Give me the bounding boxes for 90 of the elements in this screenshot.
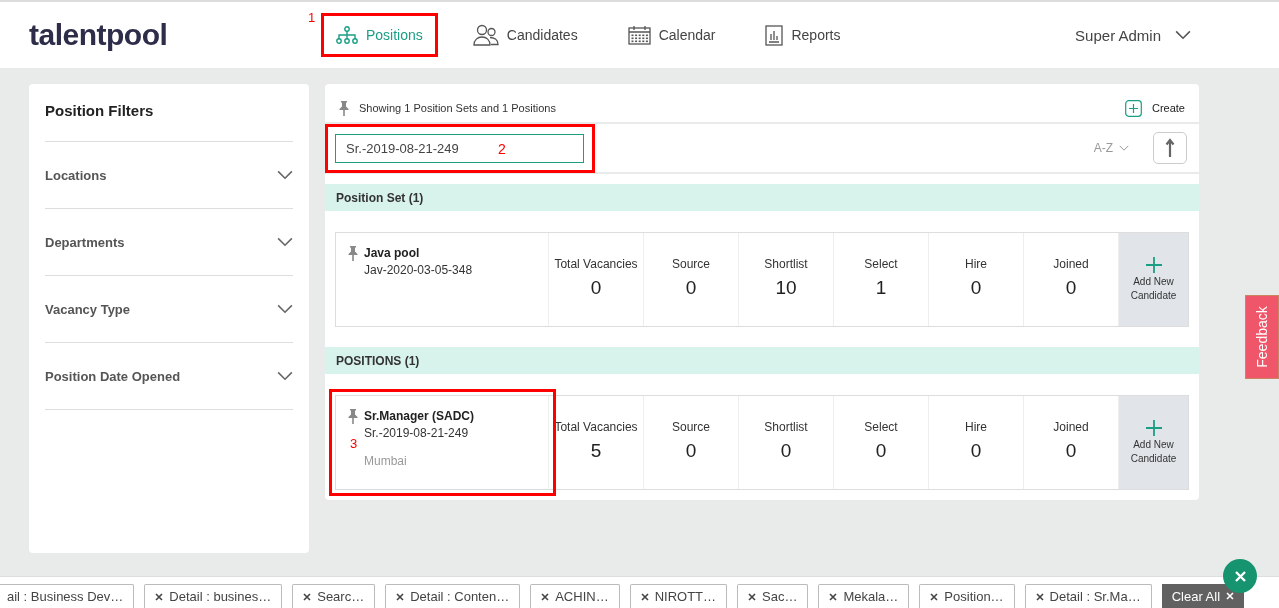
callout-number: 3 — [350, 436, 358, 451]
position-name: Sr.Manager (SADC) — [364, 409, 475, 423]
stat-label: Select — [864, 257, 898, 271]
stat-label: Select — [864, 420, 898, 434]
close-icon[interactable] — [1035, 590, 1044, 603]
recent-tab[interactable]: ail : Business Dev… — [0, 584, 135, 608]
pin-icon — [339, 100, 349, 116]
plus-icon — [1145, 256, 1162, 273]
chevron-down-icon — [1175, 30, 1191, 40]
nav-tab[interactable]: Candidates — [457, 11, 593, 59]
filter-dropdown[interactable]: Locations — [45, 142, 293, 209]
position-card[interactable]: Java pool Jav-2020-03-05-348 Total Vacancies 0 Source 0 Shortlist 10 Select 1 Hire 0 Joined 0 Add New Candidate — [335, 232, 1189, 327]
close-icon[interactable] — [541, 590, 550, 603]
recent-tab[interactable]: Position… — [919, 584, 1015, 608]
close-icon — [1226, 592, 1235, 600]
report-icon — [765, 24, 784, 46]
stat-value: 0 — [875, 440, 887, 462]
filter-dropdown[interactable]: Vacancy Type — [45, 276, 293, 343]
recent-tab[interactable]: ACHIN… — [530, 584, 620, 608]
close-icon[interactable] — [640, 590, 649, 603]
callout-number: 2 — [498, 140, 506, 157]
position-code: Jav-2020-03-05-348 — [364, 263, 473, 277]
stat-value: 0 — [590, 277, 602, 299]
recent-tab[interactable]: Detail : Sr.Ma… — [1024, 584, 1152, 608]
recent-tab[interactable]: Sac… — [737, 584, 809, 608]
close-icon[interactable] — [829, 590, 838, 603]
chevron-down-icon — [277, 304, 293, 314]
recent-tab[interactable]: Detail : busines… — [144, 584, 283, 608]
stat-label: Hire — [965, 257, 987, 271]
stat-label: Hire — [965, 420, 987, 434]
stat-value: 10 — [775, 277, 797, 299]
stat-value: 5 — [590, 440, 602, 462]
stat-label: Joined — [1053, 420, 1089, 434]
stat-label: Source — [672, 420, 710, 434]
chevron-down-icon — [1119, 145, 1129, 151]
close-icon[interactable] — [155, 590, 164, 603]
stat-label: Source — [672, 257, 710, 271]
close-icon[interactable] — [930, 590, 939, 603]
recent-tab[interactable]: NIROTT… — [629, 584, 728, 608]
filter-dropdown[interactable]: Departments — [45, 209, 293, 276]
stat-label: Shortlist — [764, 420, 808, 434]
close-icon[interactable] — [396, 590, 405, 603]
filter-dropdown[interactable]: Position Date Opened — [45, 343, 293, 410]
sort-direction-button[interactable] — [1153, 132, 1187, 164]
add-candidate-button[interactable]: Add New Candidate — [1119, 233, 1188, 326]
panel-title: Position Filters — [45, 84, 293, 142]
plus-icon — [1145, 419, 1162, 436]
section-header: POSITIONS (1) — [325, 347, 1199, 374]
chevron-down-icon — [277, 371, 293, 381]
position-location: Mumbai — [364, 454, 408, 468]
plus-icon — [1124, 99, 1142, 117]
recent-tab[interactable]: Detail : Conten… — [385, 584, 521, 608]
user-menu[interactable]: Super Admin — [1075, 26, 1191, 44]
stat-value: 0 — [780, 440, 792, 462]
pin-icon — [348, 409, 358, 424]
stat-label: Shortlist — [764, 257, 808, 271]
people-icon — [472, 24, 499, 46]
stat-label: Total Vacancies — [554, 257, 638, 271]
clear-all-button[interactable]: Clear All — [1161, 584, 1245, 608]
logo: talentpool — [29, 18, 169, 52]
recent-tab[interactable]: Mekala… — [818, 584, 910, 608]
section-header: Position Set (1) — [325, 184, 1199, 211]
hierarchy-icon — [336, 26, 358, 44]
close-button[interactable] — [1223, 559, 1257, 593]
calendar-icon — [627, 25, 651, 45]
create-button[interactable]: Create — [1124, 99, 1185, 117]
stat-value: 0 — [970, 277, 982, 299]
stat-value: 0 — [685, 440, 697, 462]
stat-value: 0 — [970, 440, 982, 462]
pin-icon — [348, 246, 358, 261]
stat-value: 0 — [685, 277, 697, 299]
close-icon[interactable] — [303, 590, 312, 603]
nav-tab[interactable]: Reports — [750, 11, 856, 59]
recent-tab[interactable]: Searc… — [292, 584, 376, 608]
nav-tab[interactable]: Calendar — [612, 12, 731, 58]
close-icon — [1234, 570, 1246, 582]
add-candidate-button[interactable]: Add New Candidate — [1119, 396, 1188, 489]
stat-label: Joined — [1053, 257, 1089, 271]
chevron-down-icon — [277, 170, 293, 180]
stat-label: Total Vacancies — [554, 420, 638, 434]
summary-text: Showing 1 Position Sets and 1 Positions — [359, 102, 556, 114]
stat-value: 0 — [1065, 277, 1077, 299]
stat-value: 0 — [1065, 440, 1077, 462]
chevron-down-icon — [277, 237, 293, 247]
close-icon[interactable] — [748, 590, 757, 603]
position-name: Java pool — [364, 246, 421, 260]
stat-value: 1 — [875, 277, 887, 299]
arrow-up-icon — [1165, 138, 1175, 158]
callout-number: 1 — [308, 10, 316, 25]
position-code: Sr.-2019-08-21-249 — [364, 426, 470, 440]
